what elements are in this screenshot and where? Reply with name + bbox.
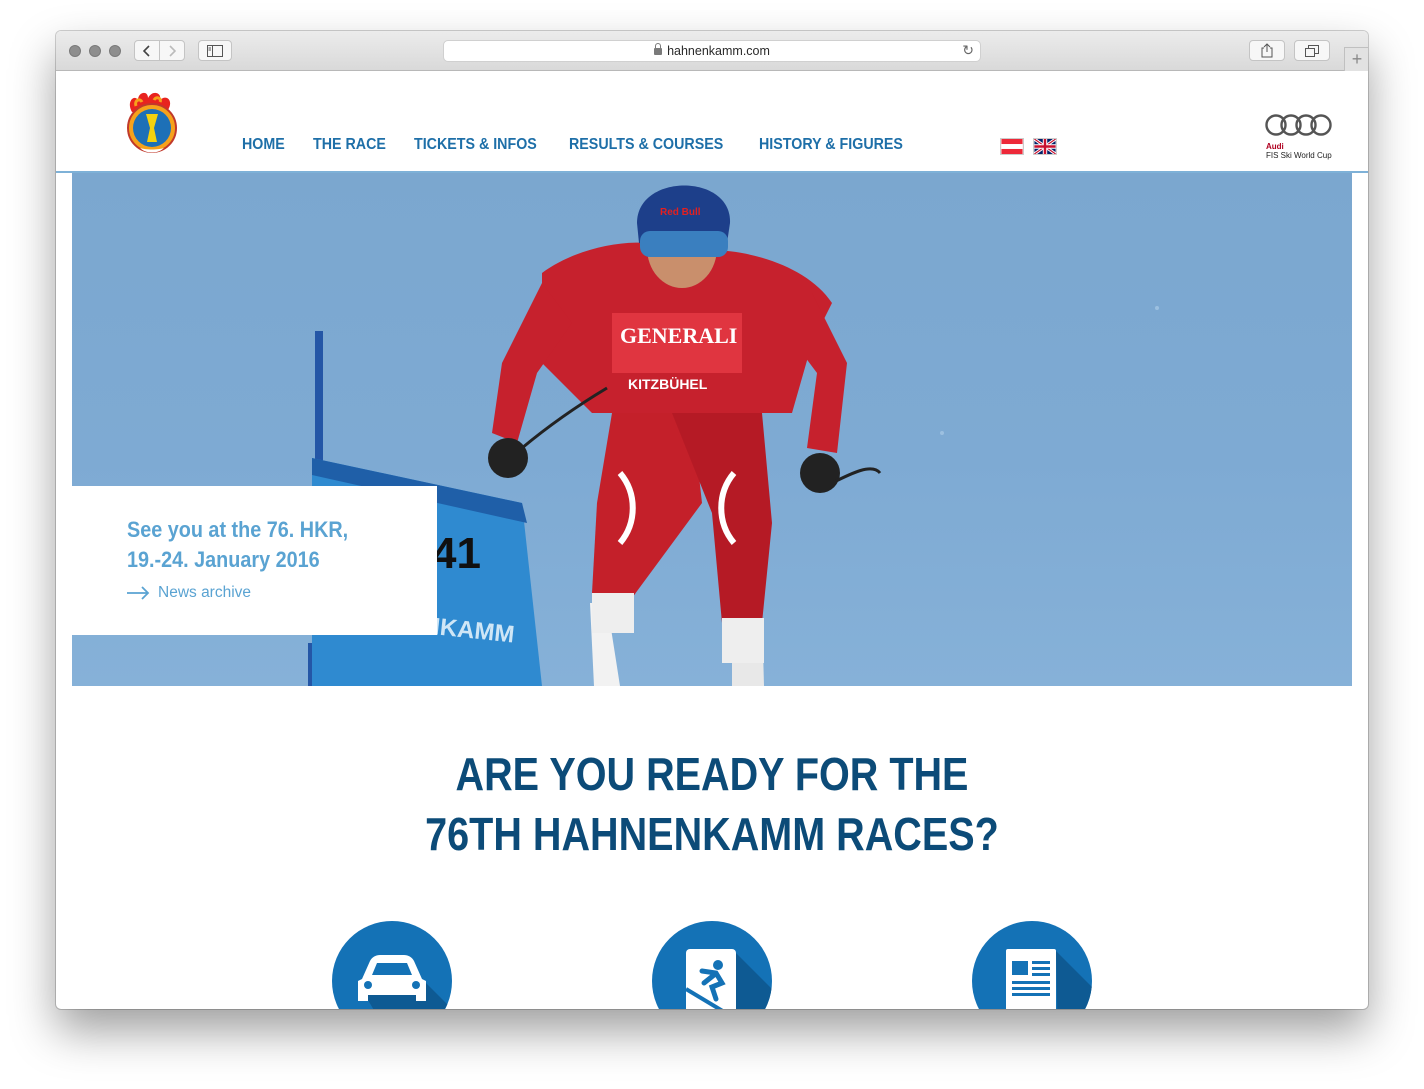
forward-button[interactable]	[159, 40, 185, 61]
helmet-text: Red Bull	[660, 207, 701, 218]
arrow-right-icon	[127, 586, 150, 600]
sidebar-button[interactable]	[198, 40, 232, 61]
audi-subtitle: FIS Ski World Cup	[1266, 151, 1332, 160]
browser-window: hahnenkamm.com ↻ + HOME THE RACE TICKETS…	[56, 31, 1368, 1009]
reload-icon[interactable]: ↻	[962, 42, 974, 59]
page-headline-line1: ARE YOU READY FOR THE	[455, 748, 969, 800]
uk-flag-icon[interactable]	[1033, 138, 1057, 155]
lock-icon	[654, 43, 663, 55]
feature-car-button[interactable]	[332, 921, 452, 1009]
nav-tickets-infos[interactable]: TICKETS & INFOS	[414, 136, 537, 154]
back-button[interactable]	[134, 40, 160, 61]
chevron-left-icon	[143, 44, 150, 57]
plus-icon: +	[1351, 49, 1363, 69]
sidebar-icon	[207, 44, 223, 57]
newspaper-icon	[1006, 949, 1092, 1009]
feature-race-button[interactable]	[652, 921, 772, 1009]
new-tab-button[interactable]: +	[1344, 47, 1368, 71]
nav-results-courses[interactable]: RESULTS & COURSES	[569, 136, 723, 154]
austrian-flag-icon[interactable]	[1000, 138, 1024, 155]
chevron-right-icon	[169, 44, 176, 57]
suit-race-text: KITZBÜHEL	[628, 376, 708, 392]
nav-history-figures[interactable]: HISTORY & FIGURES	[759, 136, 903, 154]
nav-home[interactable]: HOME	[242, 136, 285, 154]
news-title-line2: 19.-24. January 2016	[127, 547, 320, 572]
hahnenkamm-logo[interactable]	[124, 90, 180, 154]
suit-sponsor-text: GENERALI	[620, 323, 737, 348]
close-window-button[interactable]	[69, 45, 81, 57]
audi-brand-text: Audi	[1266, 142, 1284, 151]
skier-icon	[684, 949, 772, 1009]
address-bar[interactable]: hahnenkamm.com ↻	[443, 40, 981, 62]
page-headline-line2: 76TH HAHNENKAMM RACES?	[425, 808, 999, 860]
zoom-window-button[interactable]	[109, 45, 121, 57]
nav-the-race[interactable]: THE RACE	[313, 136, 386, 154]
main-nav: HOME THE RACE TICKETS & INFOS RESULTS & …	[242, 136, 915, 154]
site-header: HOME THE RACE TICKETS & INFOS RESULTS & …	[56, 71, 1368, 173]
car-icon	[358, 955, 452, 1009]
audi-rings-icon	[1265, 114, 1332, 136]
audi-sponsor-logo[interactable]: Audi FIS Ski World Cup	[1264, 113, 1344, 161]
share-icon	[1261, 43, 1273, 58]
share-button[interactable]	[1249, 40, 1285, 61]
gate-bib-number: 41	[432, 529, 481, 578]
feature-news-button[interactable]	[972, 921, 1092, 1009]
tabs-icon	[1305, 44, 1319, 57]
news-archive-link[interactable]: News archive	[127, 584, 251, 602]
minimize-window-button[interactable]	[89, 45, 101, 57]
news-box: See you at the 76. HKR, 19.-24. January …	[72, 486, 437, 635]
news-title-line1: See you at the 76. HKR,	[127, 517, 349, 542]
browser-toolbar: hahnenkamm.com ↻ +	[56, 31, 1368, 71]
url-text: hahnenkamm.com	[667, 44, 770, 58]
news-archive-label: News archive	[158, 584, 252, 601]
tabs-overview-button[interactable]	[1294, 40, 1330, 61]
